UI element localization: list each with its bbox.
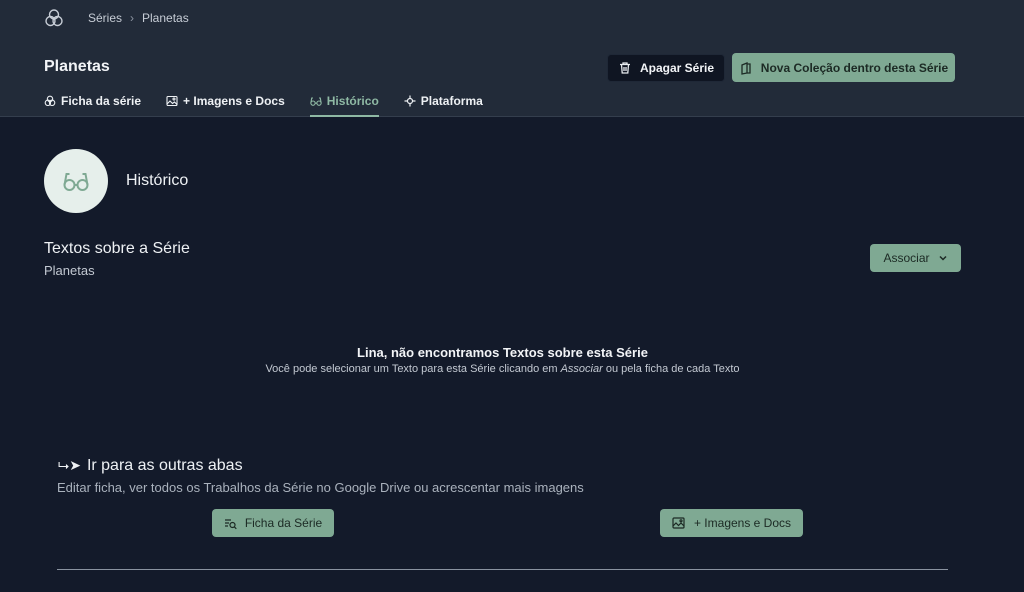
texts-title: Textos sobre a Série — [44, 240, 190, 257]
delete-series-button[interactable]: Apagar Série — [607, 54, 725, 82]
goto-title: Ir para as outras abas — [86, 457, 243, 474]
goto-heading: ⮡➤ Ir para as outras abas — [58, 457, 243, 475]
tab-plataforma[interactable]: Plataforma — [404, 91, 483, 117]
breadcrumb: Séries › Planetas — [44, 8, 189, 28]
breadcrumb-separator: › — [130, 11, 135, 25]
empty-state-description: Você pode selecionar um Texto para esta … — [0, 363, 1005, 375]
divider — [57, 569, 948, 570]
tab-label: + Imagens e Docs — [183, 94, 285, 108]
tab-label: Plataforma — [420, 94, 483, 108]
new-collection-button[interactable]: Nova Coleção dentro desta Série — [732, 53, 955, 82]
page-title: Planetas — [44, 58, 110, 75]
associate-label: Associar — [883, 251, 930, 265]
image-icon — [672, 516, 686, 530]
tab-ficha-da-serie[interactable]: Ficha da série — [44, 91, 141, 117]
image-icon — [166, 95, 178, 107]
tab-label: Ficha da série — [61, 94, 142, 108]
crosshair-icon — [404, 95, 416, 107]
collection-icon — [739, 61, 753, 75]
section-avatar — [44, 149, 108, 213]
page-header: Séries › Planetas Planetas Apagar Série … — [0, 0, 1024, 117]
breadcrumb-item-series[interactable]: Séries — [88, 11, 122, 25]
empty-desc-emphasis: Associar — [560, 363, 603, 375]
texts-subtitle: Planetas — [44, 263, 95, 278]
circles-logo-icon[interactable] — [44, 8, 64, 28]
goto-imagens-label: + Imagens e Docs — [693, 516, 792, 530]
tab-imagens-e-docs[interactable]: + Imagens e Docs — [166, 91, 285, 117]
chevron-down-icon — [938, 253, 948, 263]
delete-series-label: Apagar Série — [639, 61, 715, 75]
goto-imagens-button[interactable]: + Imagens e Docs — [660, 509, 803, 537]
empty-desc-part: ou pela ficha de cada Texto — [602, 363, 740, 375]
tab-bar: Ficha da série + Imagens e Docs Históric… — [44, 91, 508, 117]
goto-description: Editar ficha, ver todos os Trabalhos da … — [57, 480, 584, 495]
trash-icon — [618, 61, 632, 75]
arrow-right-icon: ⮡➤ — [58, 458, 81, 474]
tab-label: Histórico — [326, 94, 379, 108]
circles-icon — [44, 95, 56, 107]
goto-ficha-button[interactable]: Ficha da Série — [212, 509, 334, 537]
tab-historico[interactable]: Histórico — [309, 91, 379, 117]
empty-state-title: Lina, não encontramos Textos sobre esta … — [357, 345, 648, 360]
breadcrumb-item-current: Planetas — [142, 11, 189, 25]
glasses-icon — [310, 95, 322, 107]
associate-dropdown-button[interactable]: Associar — [870, 244, 961, 272]
new-collection-label: Nova Coleção dentro desta Série — [760, 60, 949, 75]
glasses-icon — [62, 167, 90, 195]
section-title: Histórico — [126, 172, 189, 189]
goto-ficha-label: Ficha da Série — [244, 516, 323, 530]
search-list-icon — [224, 517, 237, 530]
empty-desc-part: Você pode selecionar um Texto para esta … — [265, 363, 561, 375]
